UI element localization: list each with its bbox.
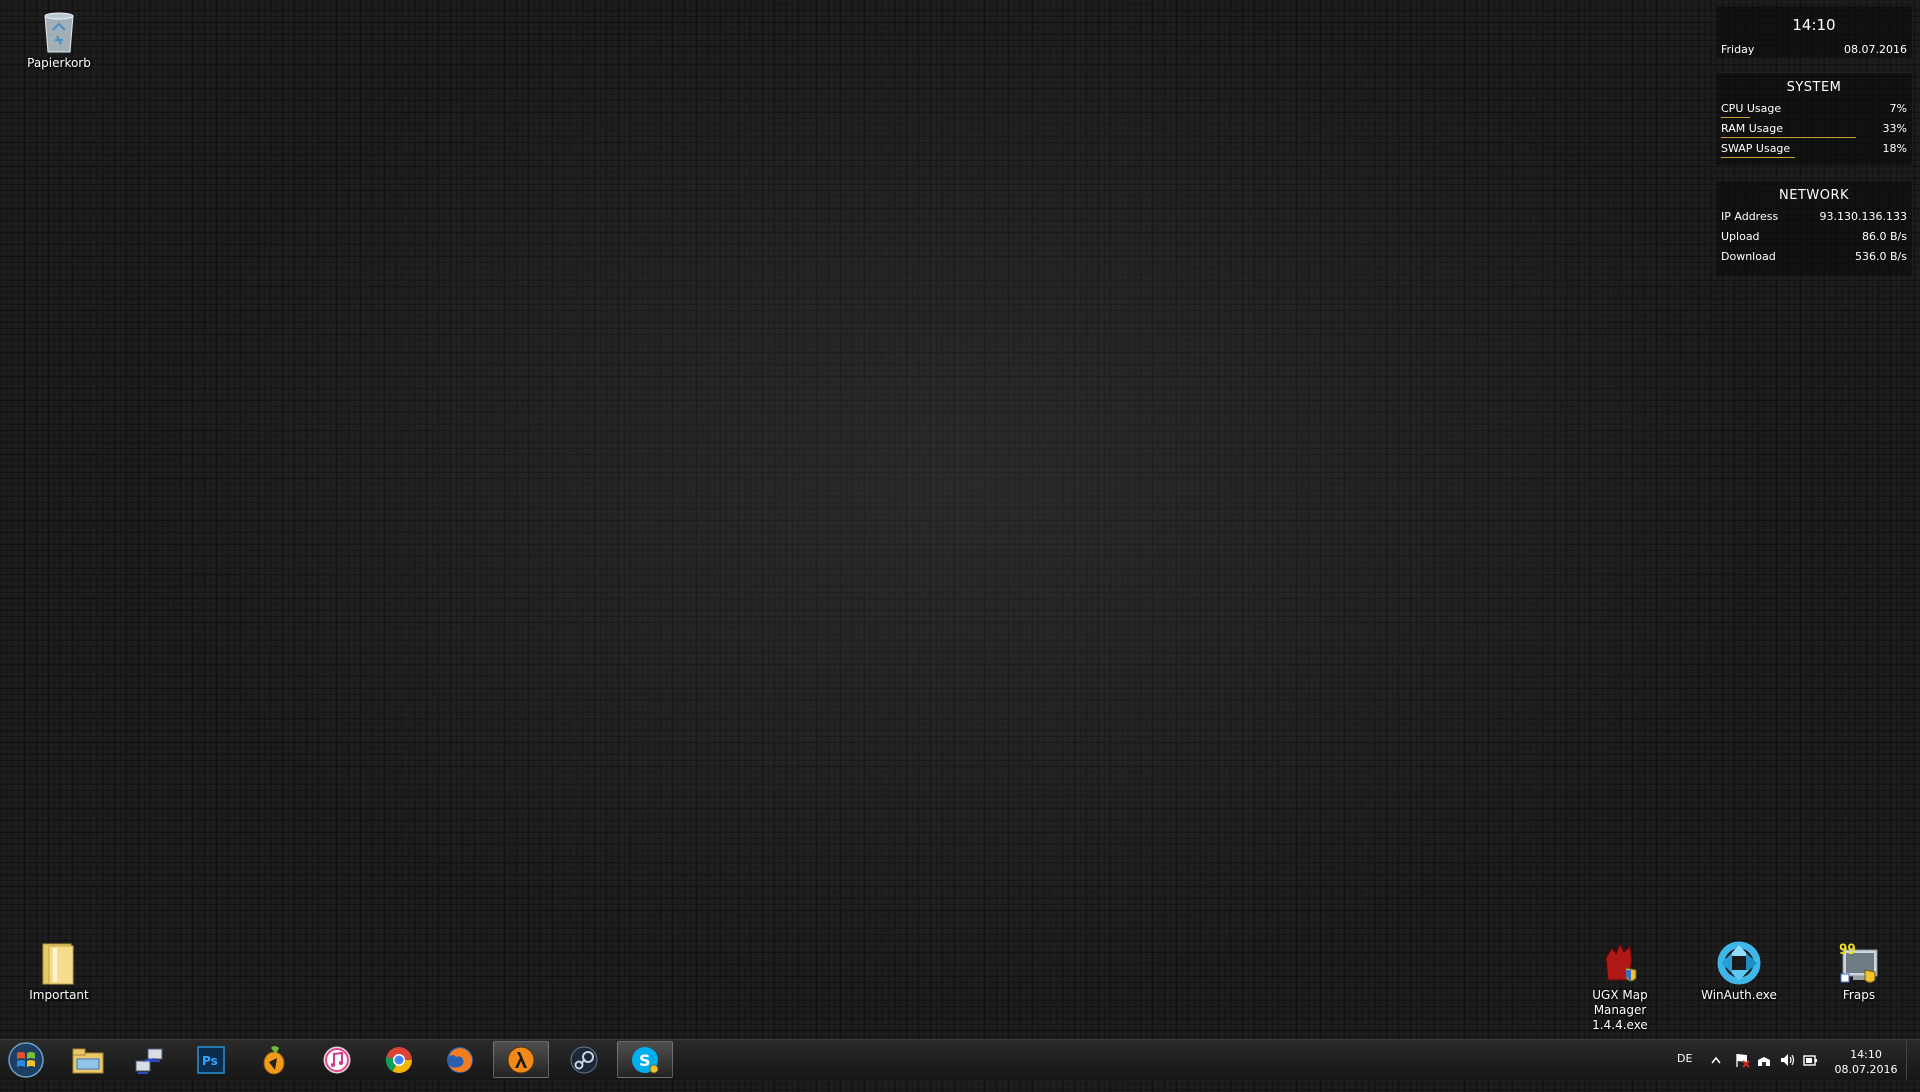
cpu-usage-bar — [1721, 117, 1750, 118]
upload-value: 86.0 B/s — [1862, 230, 1907, 243]
clock-widget: 14:10 Friday 08.07.2016 — [1715, 5, 1913, 59]
recycle-bin-icon — [44, 12, 74, 53]
network-tool-icon — [135, 1048, 163, 1074]
important-folder-label: Important — [29, 988, 89, 1002]
widget-clock-day: Friday — [1721, 43, 1755, 56]
widget-clock-date: 08.07.2016 — [1844, 43, 1907, 56]
taskbar-half-life-2[interactable] — [493, 1041, 549, 1078]
ugx-map-manager-shortcut[interactable]: UGX Map Manager 1.4.4.exe — [1575, 940, 1665, 1033]
recycle-bin-shortcut[interactable]: Papierkorb — [14, 8, 104, 71]
download-value: 536.0 B/s — [1855, 250, 1907, 263]
skype-icon: S — [632, 1046, 659, 1073]
fraps-shortcut[interactable]: 99 Fraps — [1814, 940, 1904, 1003]
ram-usage-value: 33% — [1882, 122, 1907, 135]
taskbar-firefox[interactable] — [432, 1041, 488, 1078]
upload-row: Upload 86.0 B/s — [1716, 227, 1912, 247]
winauth-shortcut[interactable]: WinAuth.exe — [1694, 940, 1784, 1003]
power-icon[interactable] — [1802, 1052, 1818, 1068]
swap-usage-label: SWAP Usage — [1721, 142, 1791, 155]
half-life-icon — [507, 1046, 535, 1073]
ugx-map-manager-icon — [1605, 942, 1637, 982]
network-icon[interactable] — [1756, 1052, 1772, 1068]
ugx-label-line1: UGX Map Manager — [1592, 988, 1648, 1017]
taskbar-skype[interactable]: S — [617, 1041, 673, 1078]
ram-usage-row: RAM Usage 33% — [1716, 119, 1912, 139]
svg-text:Ps: Ps — [202, 1054, 218, 1068]
chrome-icon — [385, 1046, 413, 1073]
upload-label: Upload — [1721, 230, 1760, 243]
swap-usage-row: SWAP Usage 18% — [1716, 139, 1912, 159]
windows-start-icon — [8, 1042, 44, 1078]
ip-address-row: IP Address 93.130.136.133 — [1716, 207, 1912, 227]
download-label: Download — [1721, 250, 1776, 263]
network-widget-title: NETWORK — [1778, 188, 1850, 203]
taskbar-fl-studio[interactable] — [246, 1041, 302, 1078]
cpu-usage-value: 7% — [1889, 102, 1907, 115]
ram-usage-label: RAM Usage — [1721, 122, 1783, 135]
itunes-icon — [323, 1046, 351, 1073]
firefox-icon — [447, 1046, 473, 1073]
ugx-map-manager-label: UGX Map Manager 1.4.4.exe — [1575, 988, 1665, 1033]
ugx-label-line2: 1.4.4.exe — [1592, 1018, 1648, 1032]
steam-icon — [570, 1046, 598, 1073]
svg-text:S: S — [639, 1051, 651, 1070]
file-explorer-icon — [72, 1048, 104, 1073]
action-center-flag-icon[interactable] — [1734, 1052, 1750, 1068]
show-hidden-icons-icon[interactable] — [1711, 1056, 1721, 1064]
language-indicator[interactable]: DE — [1677, 1052, 1692, 1092]
recycle-bin-label: Papierkorb — [27, 56, 91, 70]
taskbar-clock[interactable]: 14:10 08.07.2016 — [1826, 1047, 1906, 1087]
winauth-label: WinAuth.exe — [1701, 988, 1777, 1002]
volume-icon[interactable] — [1779, 1052, 1795, 1068]
fraps-icon: 99 — [1839, 942, 1878, 983]
ip-address-label: IP Address — [1721, 210, 1779, 223]
start-button[interactable] — [6, 1042, 46, 1078]
taskbar-clock-date: 08.07.2016 — [1834, 1063, 1898, 1076]
taskbar-photoshop[interactable]: Ps — [183, 1041, 239, 1078]
network-widget: NETWORK IP Address 93.130.136.133 Upload… — [1715, 180, 1913, 277]
cpu-usage-row: CPU Usage 7% — [1716, 99, 1912, 119]
taskbar-chrome[interactable] — [371, 1041, 427, 1078]
widget-clock-date-row: Friday 08.07.2016 — [1716, 40, 1912, 60]
taskbar: Ps S DE 14:10 08.07.2016 — [0, 1039, 1920, 1080]
widget-clock-time: 14:10 — [1792, 16, 1836, 34]
winauth-icon — [1717, 941, 1761, 985]
taskbar-steam[interactable] — [556, 1041, 612, 1078]
show-desktop-button[interactable] — [1906, 1040, 1920, 1080]
svg-text:99: 99 — [1839, 942, 1856, 958]
taskbar-network-tool[interactable] — [121, 1041, 177, 1078]
fraps-label: Fraps — [1842, 988, 1876, 1002]
swap-usage-bar — [1721, 157, 1795, 158]
ip-address-value: 93.130.136.133 — [1819, 210, 1907, 223]
taskbar-file-explorer[interactable] — [60, 1041, 116, 1078]
folder-icon — [42, 943, 74, 985]
photoshop-icon: Ps — [197, 1045, 225, 1074]
system-widget: SYSTEM CPU Usage 7% RAM Usage 33% SWAP U… — [1715, 72, 1913, 166]
important-folder-shortcut[interactable]: Important — [14, 940, 104, 1003]
download-row: Download 536.0 B/s — [1716, 247, 1912, 267]
system-widget-title: SYSTEM — [1786, 80, 1842, 95]
fl-studio-icon — [263, 1045, 285, 1074]
taskbar-itunes[interactable] — [309, 1041, 365, 1078]
swap-usage-value: 18% — [1882, 142, 1907, 155]
ram-usage-bar — [1721, 137, 1856, 138]
taskbar-clock-time: 14:10 — [1850, 1048, 1882, 1061]
cpu-usage-label: CPU Usage — [1721, 102, 1782, 115]
